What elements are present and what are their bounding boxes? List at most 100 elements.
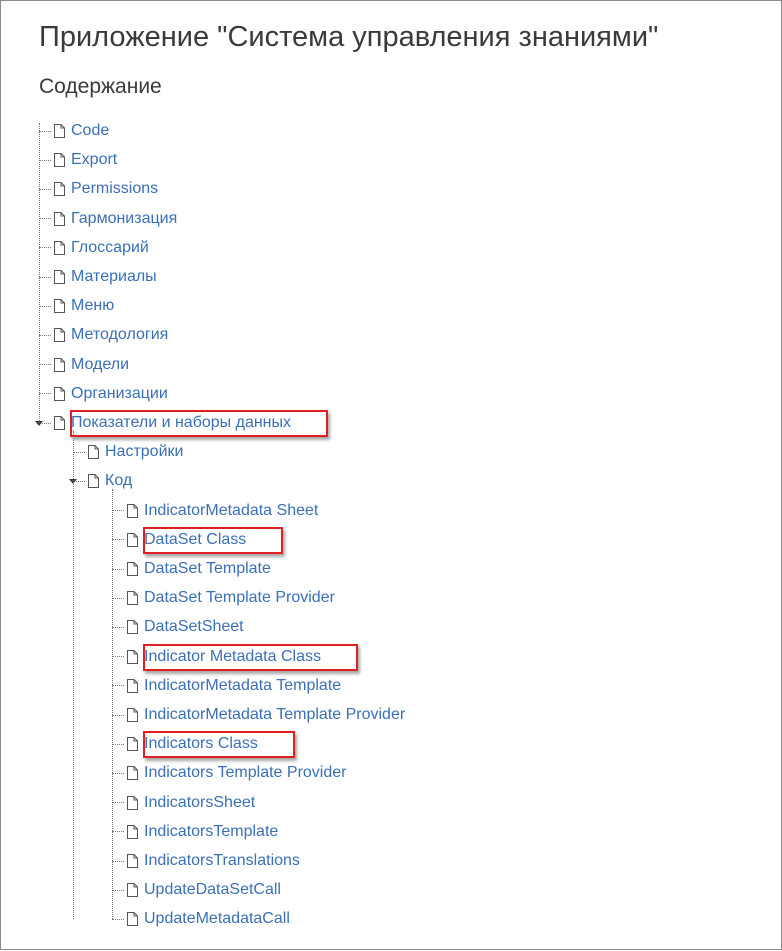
page-icon [54,153,65,168]
page-icon [127,766,138,781]
tree-node-link[interactable]: Permissions [71,180,158,198]
help-page: Приложение "Система управления знаниями"… [0,0,782,950]
tree-connector [112,802,124,804]
tree-node-updatemetadatacall[interactable]: UpdateMetadataCall [112,907,290,931]
tree-node-item-10[interactable]: Показатели и наборы данных [39,411,291,435]
tree-node-item-6[interactable]: Меню [39,294,114,318]
tree-node-item-7[interactable]: Методология [39,323,168,347]
tree-node-indicator-metadata-class[interactable]: Indicator Metadata Class [112,645,321,669]
tree-node-dataset-template-provider[interactable]: DataSet Template Provider [112,586,335,610]
tree-node-indicators-class[interactable]: Indicators Class [112,732,258,756]
tree-connector [39,276,51,278]
tree-node-link[interactable]: IndicatorsTranslations [144,852,300,870]
tree-connector [112,597,124,599]
page-icon [54,240,65,255]
tree-node-indicatorstranslations[interactable]: IndicatorsTranslations [112,849,300,873]
tree-guide-line [39,123,40,423]
tree-guide-line [112,489,113,920]
tree-connector [112,831,124,833]
tree-connector [39,393,51,395]
tree-node-link[interactable]: Модели [71,356,129,374]
tree-node-dataset-template[interactable]: DataSet Template [112,557,271,581]
tree-node-item-8[interactable]: Модели [39,353,129,377]
tree-node-indicatorstemplate[interactable]: IndicatorsTemplate [112,820,278,844]
tree-node-dataset-class[interactable]: DataSet Class [112,528,246,552]
tree-node-indicators-template-provider[interactable]: Indicators Template Provider [112,761,346,785]
page-icon [127,620,138,635]
tree-connector [112,918,124,920]
page-icon [127,824,138,839]
tree-connector [39,188,51,190]
tree-node-item-4[interactable]: Глоссарий [39,236,149,260]
tree-node-link[interactable]: UpdateDataSetCall [144,881,281,899]
page-icon [127,678,138,693]
tree-connector [39,159,51,161]
tree-node-link[interactable]: Indicator Metadata Class [144,648,321,666]
tree-node-link[interactable]: DataSet Class [144,531,246,549]
tree-node-indicatormetadata-sheet[interactable]: IndicatorMetadata Sheet [112,499,318,523]
tree-node-indicatorssheet[interactable]: IndicatorsSheet [112,791,255,815]
tree-node-updatedatasetcall[interactable]: UpdateDataSetCall [112,878,281,902]
tree-node-link[interactable]: DataSet Template Provider [144,589,335,607]
page-icon [54,182,65,197]
tree-connector [112,539,124,541]
tree-node-link[interactable]: Код [105,472,132,490]
tree-node-link[interactable]: Indicators Template Provider [144,764,346,782]
tree-node-link[interactable]: Меню [71,297,114,315]
page-icon [88,445,99,460]
tree-node-link[interactable]: IndicatorMetadata Template Provider [144,706,405,724]
tree-node-item-1[interactable]: Код [73,469,132,493]
tree-connector [112,860,124,862]
tree-connector [112,743,124,745]
page-icon [127,883,138,898]
tree-node-item-3[interactable]: Гармонизация [39,207,177,231]
tree-connector [39,130,51,132]
tree-node-link[interactable]: Организации [71,385,168,403]
tree-node-link[interactable]: Настройки [105,443,183,461]
page-icon [54,270,65,284]
tree-node-indicatormetadata-template-provider[interactable]: IndicatorMetadata Template Provider [112,703,405,727]
tree-node-datasetsheet[interactable]: DataSetSheet [112,615,244,639]
tree-node-link[interactable]: Показатели и наборы данных [71,414,291,432]
page-icon [127,737,138,752]
tree-node-export[interactable]: Export [39,148,117,172]
tree-node-code[interactable]: Code [39,119,109,143]
tree-node-item-0[interactable]: Настройки [73,440,183,464]
page-icon [127,912,138,927]
tree-connector [112,626,124,628]
tree-node-link[interactable]: IndicatorMetadata Template [144,677,341,695]
tree-node-link[interactable]: Методология [71,326,168,344]
tree-node-link[interactable]: Code [71,122,109,140]
tree-guide-line [73,431,74,920]
tree-node-item-5[interactable]: Материалы [39,265,157,289]
page-icon [127,708,138,722]
page-icon [127,562,138,576]
tree-connector [112,714,124,716]
tree-node-link[interactable]: IndicatorsTemplate [144,823,278,841]
tree-node-link[interactable]: UpdateMetadataCall [144,910,290,928]
tree-node-link[interactable]: Indicators Class [144,735,258,753]
tree-node-link[interactable]: Гармонизация [71,210,177,228]
page-icon [54,124,65,138]
tree-node-link[interactable]: DataSetSheet [144,618,244,636]
page-icon [127,649,138,664]
tree-connector [39,218,51,220]
tree-connector [39,364,51,366]
page-icon [54,299,65,314]
contents-tree: Code Export Permissions Гармонизация Глоссар… [1,1,782,951]
tree-connector [112,685,124,687]
tree-connector [112,568,124,570]
tree-node-link[interactable]: DataSet Template [144,560,271,578]
page-icon [127,795,138,810]
tree-connector [112,889,124,891]
tree-node-link[interactable]: IndicatorMetadata Sheet [144,502,318,520]
tree-node-item-9[interactable]: Организации [39,382,168,406]
tree-node-indicatormetadata-template[interactable]: IndicatorMetadata Template [112,674,341,698]
tree-connector [112,510,124,512]
tree-node-link[interactable]: IndicatorsSheet [144,794,255,812]
tree-node-link[interactable]: Export [71,151,117,169]
tree-node-permissions[interactable]: Permissions [39,177,158,201]
tree-node-link[interactable]: Материалы [71,268,157,286]
tree-node-link[interactable]: Глоссарий [71,239,149,257]
page-icon [54,328,65,343]
